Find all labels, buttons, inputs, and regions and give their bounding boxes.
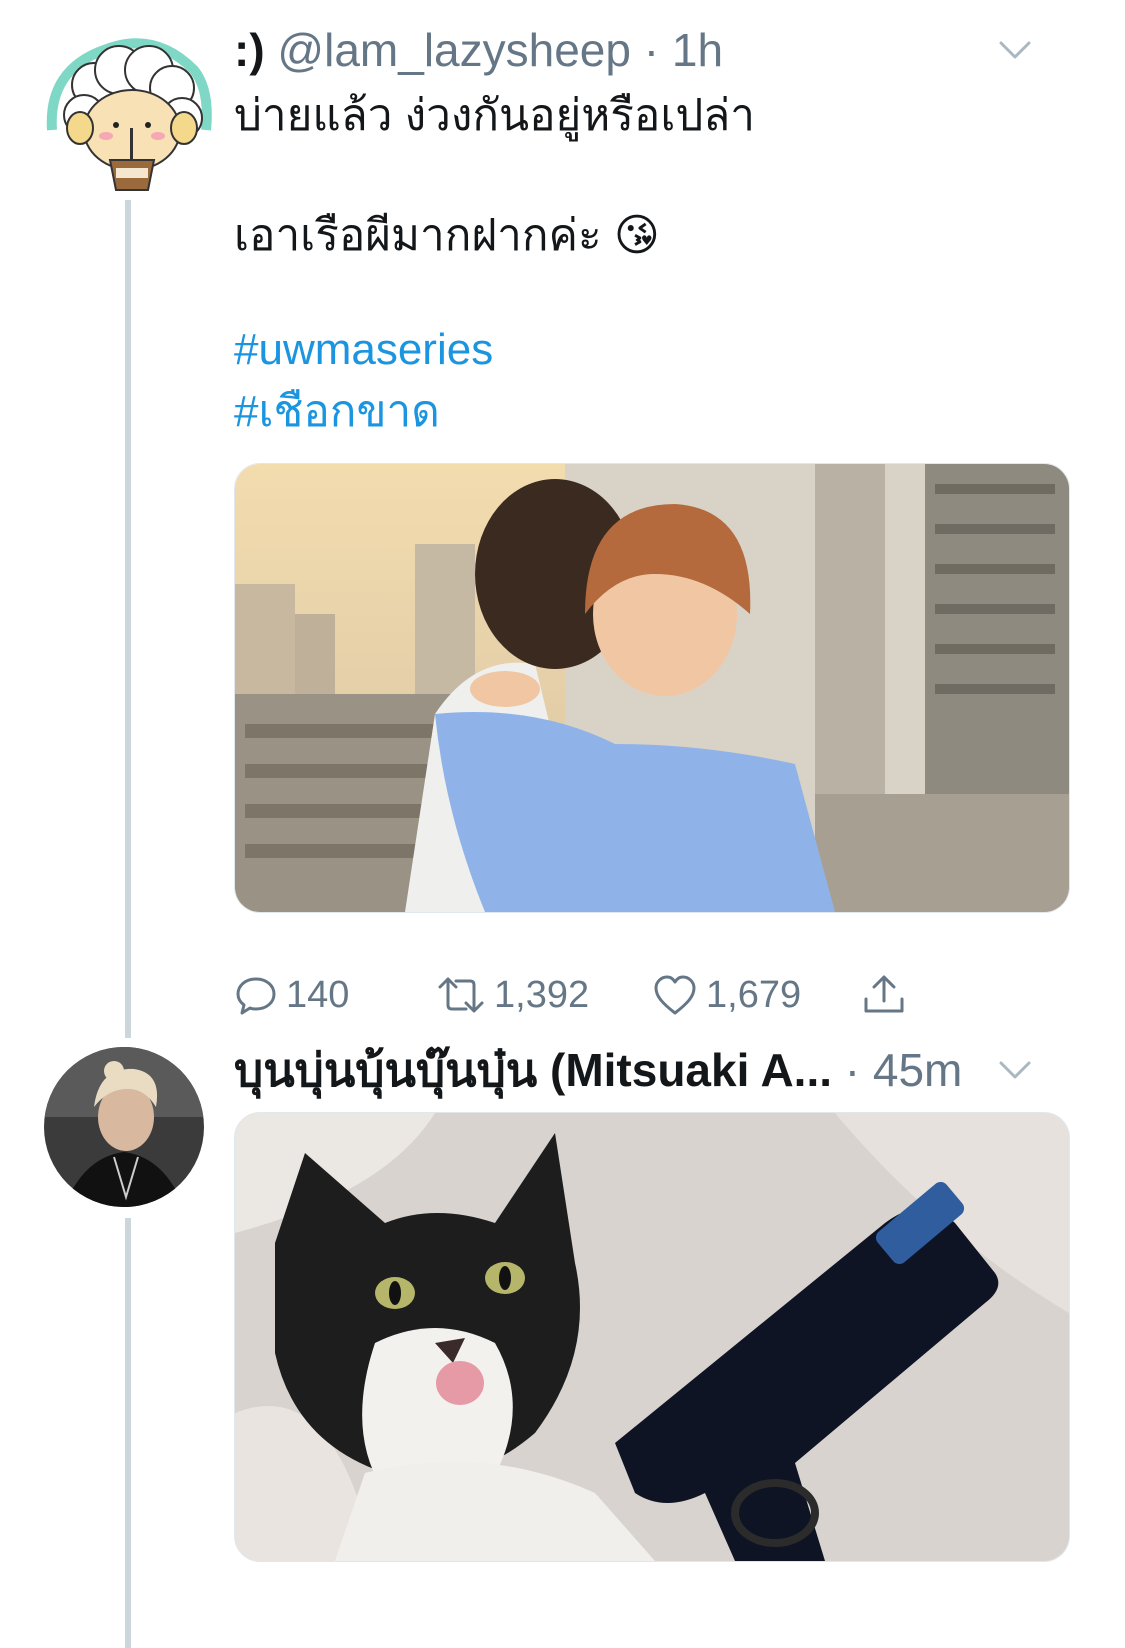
tweet-photo[interactable] [234,463,1070,913]
tweet-text-line: เอาเรือผีมากฝากค่ะ 😘 [234,206,660,266]
kiss-emoji-icon: 😘 [613,211,660,260]
separator: · [643,24,660,76]
like-count: 1,679 [706,973,802,1016]
photo-two-people-hugging [235,464,1069,912]
handle[interactable]: @lam_lazysheep [277,24,631,76]
display-name[interactable]: บุนบุ่นบุ้นบุ๊นบุ๋น (Mitsuaki A... [234,1044,832,1096]
reply-button[interactable]: 140 [234,965,349,1025]
reply-count: 140 [286,973,350,1016]
thread-line [125,1218,131,1648]
timestamp[interactable]: 1h [672,24,723,76]
person-photo-avatar-icon [44,1047,204,1207]
tweet-photo[interactable] [234,1112,1070,1562]
chevron-down-icon[interactable] [995,30,1035,70]
photo-cat-with-gun [235,1113,1069,1561]
share-button[interactable] [860,965,908,1025]
thread-line [125,200,131,1038]
reply-icon [236,977,276,1015]
tweet-actions: 140 1,392 1,679 [234,965,994,1025]
hashtag-link[interactable]: #เชือกขาด [234,382,440,442]
retweet-icon [438,977,484,1013]
hashtag-link[interactable]: #uwmaseries [234,320,493,380]
retweet-count: 1,392 [494,973,590,1016]
like-button[interactable]: 1,679 [652,965,801,1025]
tweet-text-line: บ่ายแล้ว ง่วงกันอยู่หรือเปล่า [234,91,755,140]
heart-icon [654,975,696,1015]
tweet-text: เอาเรือผีมากฝากค่ะ [234,211,602,260]
timestamp[interactable]: 45m [873,1044,962,1096]
separator: · [844,1044,861,1096]
share-icon [864,975,904,1013]
display-name[interactable]: :) [234,24,265,76]
retweet-button[interactable]: 1,392 [436,965,589,1025]
sheep-cartoon-avatar-icon [46,38,212,191]
chevron-down-icon[interactable] [995,1050,1035,1090]
avatar[interactable] [44,30,212,194]
avatar[interactable] [44,1047,204,1207]
tweet-header: บุนบุ่นบุ้นบุ๊นบุ๋น (Mitsuaki A... · 45m [234,1042,962,1098]
tweet-header: :) @lam_lazysheep · 1h [234,22,723,78]
